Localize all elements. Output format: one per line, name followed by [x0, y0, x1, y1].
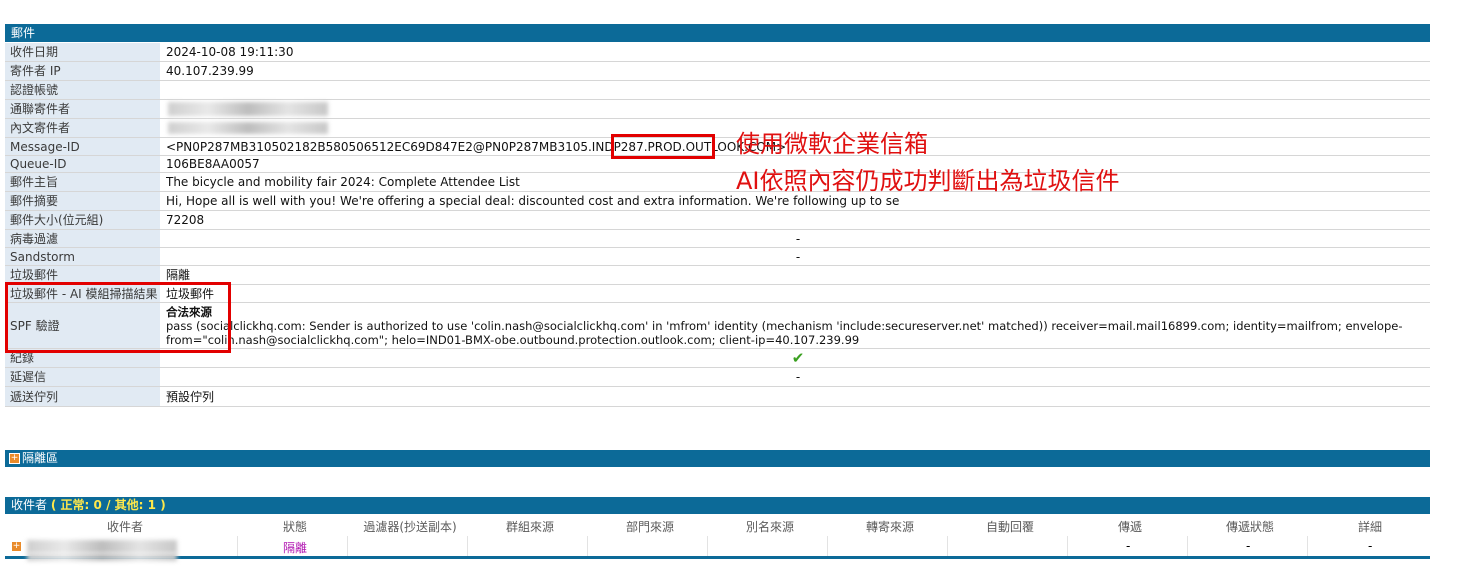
- row-virus-filter: 病毒過濾 -: [5, 230, 1430, 248]
- label-delayed: 延遲信: [5, 368, 160, 386]
- stats-normal-label: 正常:: [60, 498, 90, 512]
- value-queue-link[interactable]: 預設佇列: [166, 387, 1430, 406]
- row-summary: 郵件摘要 Hi, Hope all is well with you! We'r…: [5, 192, 1430, 211]
- label-sender-ip: 寄件者 IP: [5, 62, 160, 80]
- col-detail: 詳細: [1357, 520, 1382, 534]
- stats-other-label: 其他:: [114, 498, 144, 512]
- col-auto-reply: 自動回覆: [985, 520, 1034, 534]
- col-dept-source: 部門來源: [625, 520, 674, 534]
- redacted-recipient-2: [27, 553, 177, 561]
- cell-dept-source: [587, 536, 707, 556]
- cell-alias-source: [707, 536, 827, 556]
- cell-group-source: [467, 536, 587, 556]
- expand-recipient-icon[interactable]: +: [11, 541, 22, 552]
- label-received-date: 收件日期: [5, 43, 160, 61]
- redacted-recipient: [27, 540, 177, 553]
- col-status: 狀態: [282, 520, 307, 534]
- recipients-section-title: 收件者: [11, 498, 48, 512]
- annotation-line1: 使用微軟企業信箱: [736, 130, 928, 158]
- row-header-sender: 內文寄件者: [5, 119, 1430, 138]
- value-size: 72208: [166, 213, 205, 227]
- label-subject: 郵件主旨: [5, 173, 160, 191]
- value-delayed: -: [795, 370, 801, 384]
- quarantine-section-header[interactable]: + 隔離區: [5, 450, 1430, 467]
- recipient-delivery-status: -: [1246, 539, 1251, 553]
- label-message-id: Message-ID: [5, 138, 160, 155]
- row-delayed: 延遲信 -: [5, 368, 1430, 387]
- value-ai-scan: 垃圾郵件: [166, 287, 215, 301]
- annotation-line2: AI依照內容仍成功判斷出為垃圾信件: [736, 167, 1120, 195]
- highlight-box-outlook: [611, 134, 715, 159]
- spf-detail-line2: from="colin.nash@socialclickhq.com"; hel…: [166, 333, 860, 347]
- row-auth-account: 認證帳號: [5, 81, 1430, 100]
- expand-plus-icon[interactable]: +: [9, 453, 20, 464]
- recipient-stats: ( 正常: 0 / 其他: 1 ): [51, 498, 166, 512]
- row-sandstorm: Sandstorm -: [5, 248, 1430, 266]
- mail-section-header: 郵件: [5, 24, 1430, 42]
- recipient-delivery: -: [1126, 539, 1131, 553]
- cell-forward-source: [827, 536, 947, 556]
- value-spf: 合法來源 pass (socialclickhq.com: Sender is …: [166, 303, 1430, 348]
- row-queue: 遞送佇列 預設佇列: [5, 387, 1430, 407]
- col-alias-source: 別名來源: [745, 520, 794, 534]
- highlight-box-ai-spf: [5, 282, 231, 353]
- row-envelope-sender: 通聯寄件者: [5, 100, 1430, 119]
- row-subject: 郵件主旨 The bicycle and mobility fair 2024:…: [5, 173, 1430, 192]
- label-header-sender: 內文寄件者: [5, 119, 160, 137]
- value-received-date: 2024-10-08 19:11:30: [166, 45, 294, 59]
- cell-status: 隔離: [237, 536, 347, 556]
- row-size: 郵件大小(位元組) 72208: [5, 211, 1430, 230]
- row-received-date: 收件日期 2024-10-08 19:11:30: [5, 43, 1430, 62]
- cell-detail: -: [1307, 536, 1430, 556]
- col-filter-cc: 過濾器(抄送副本): [363, 520, 457, 534]
- stats-close-paren: ): [160, 498, 166, 512]
- cell-delivery: -: [1067, 536, 1187, 556]
- check-icon[interactable]: ✔: [792, 349, 805, 367]
- stats-separator: /: [106, 498, 111, 512]
- cell-filter-cc: [347, 536, 467, 556]
- recipient-detail: -: [1368, 539, 1373, 553]
- stats-normal-count: 0: [93, 498, 102, 512]
- quarantine-section-title: 隔離區: [22, 451, 59, 465]
- recipients-section-header: 收件者 ( 正常: 0 / 其他: 1 ): [5, 497, 1430, 514]
- value-log: ✔: [166, 349, 1430, 367]
- label-queue: 遞送佇列: [5, 387, 160, 406]
- value-spam-quarantine[interactable]: 隔離: [166, 266, 1430, 284]
- label-sandstorm: Sandstorm: [5, 248, 160, 265]
- label-auth-account: 認證帳號: [5, 81, 160, 99]
- stats-open-paren: (: [50, 498, 57, 512]
- mail-section-title: 郵件: [11, 26, 36, 40]
- row-sender-ip: 寄件者 IP 40.107.239.99: [5, 62, 1430, 81]
- label-summary: 郵件摘要: [5, 192, 160, 210]
- redacted-header-sender: [168, 122, 328, 134]
- label-size: 郵件大小(位元組): [5, 211, 160, 229]
- col-delivery: 傳遞: [1117, 520, 1142, 534]
- table-row: + 隔離 - - -: [5, 536, 1430, 561]
- label-queue-id: Queue-ID: [5, 156, 160, 172]
- spf-result: 合法來源: [166, 305, 212, 319]
- value-auth-account: [166, 81, 1430, 99]
- row-message-id: Message-ID <PN0P287MB310502182B580506512…: [5, 138, 1430, 156]
- recipient-status-quarantine[interactable]: 隔離: [283, 539, 307, 556]
- col-forward-source: 轉寄來源: [865, 520, 914, 534]
- stats-other-count: 1: [147, 498, 156, 512]
- row-queue-id: Queue-ID 106BE8AA0057: [5, 156, 1430, 173]
- value-sandstorm: -: [795, 250, 801, 264]
- cell-auto-reply: [947, 536, 1067, 556]
- value-sender-ip: 40.107.239.99: [166, 64, 254, 78]
- redacted-envelope-sender: [168, 102, 328, 116]
- col-group-source: 群組來源: [505, 520, 554, 534]
- col-delivery-status: 傳遞狀態: [1225, 520, 1274, 534]
- col-recipient: 收件者: [106, 520, 143, 534]
- label-virus-filter: 病毒過濾: [5, 230, 160, 247]
- label-envelope-sender: 通聯寄件者: [5, 100, 160, 118]
- recipients-table-header: 收件者 狀態 過濾器(抄送副本) 群組來源 部門來源 別名來源 轉寄來源 自動回…: [5, 516, 1430, 535]
- value-virus-filter: -: [795, 232, 801, 246]
- spf-detail-line1: pass (socialclickhq.com: Sender is autho…: [166, 319, 1403, 333]
- cell-delivery-status: -: [1187, 536, 1307, 556]
